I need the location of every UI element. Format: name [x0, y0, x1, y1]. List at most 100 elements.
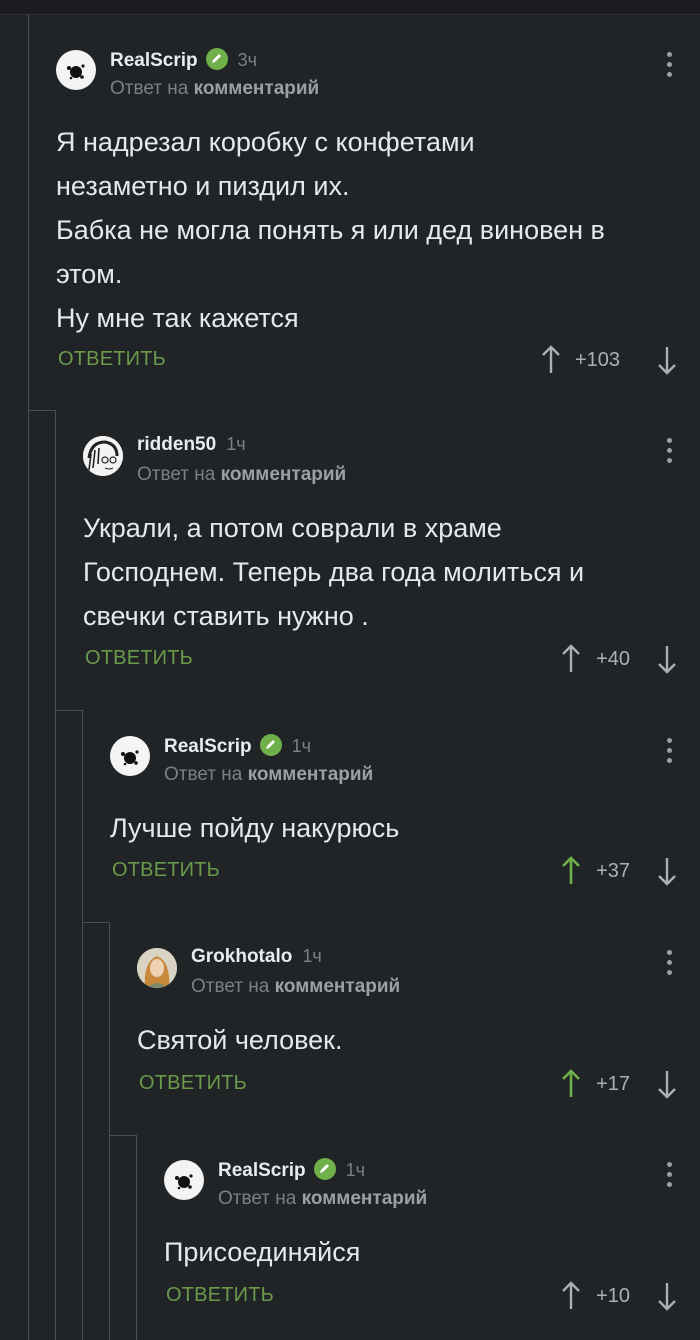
comment-time: 3ч	[237, 50, 258, 70]
downvote-icon[interactable]	[656, 345, 678, 375]
comment: RealScrip 1ч Ответ на комментарий Лучше п…	[110, 734, 700, 896]
reply-target-link[interactable]: комментарий	[248, 764, 374, 785]
vote-controls: +37	[560, 851, 680, 891]
comment-text-line: незаметно и пиздил их.	[56, 171, 350, 201]
comment-text-line: Ну мне так кажется	[56, 303, 299, 333]
comment-text-line: Бабка не могла понять я или дед виновен …	[56, 215, 605, 245]
comment-text-line: свечки ставить нужно .	[83, 601, 369, 631]
comment: RealScrip 1ч Ответ на комментарий Присоед…	[164, 1158, 700, 1320]
comment-text-line: Лучше пойду накурюсь	[110, 813, 400, 843]
thread-line[interactable]	[28, 14, 29, 1340]
author-name[interactable]: RealScrip 3ч	[110, 48, 257, 72]
comment-text: Я надрезал коробку с конфетами незаметно…	[56, 120, 680, 340]
comment-actions: ОТВЕТИТЬ +37	[110, 851, 680, 891]
author-name[interactable]: ridden50 1ч	[137, 434, 246, 456]
photo-woman-avatar[interactable]	[137, 948, 177, 988]
vote-controls: +103	[540, 340, 680, 380]
reply-target-link[interactable]: комментарий	[194, 78, 320, 99]
ink-blot-avatar[interactable]	[110, 736, 150, 776]
author-name[interactable]: RealScrip 1ч	[164, 734, 311, 758]
ink-blot-avatar[interactable]	[56, 50, 96, 90]
comment-text-line: Святой человек.	[137, 1025, 343, 1055]
comment-actions: ОТВЕТИТЬ +40	[83, 639, 680, 679]
reply-to-label: Ответ на комментарий	[164, 764, 373, 786]
comment-text: Святой человек.	[137, 1018, 680, 1062]
more-options-icon[interactable]	[664, 52, 674, 82]
comment-time: 1ч	[345, 1160, 366, 1180]
thread-line[interactable]	[82, 710, 83, 1340]
more-options-icon[interactable]	[664, 1162, 674, 1192]
reply-button[interactable]: ОТВЕТИТЬ	[58, 348, 166, 371]
thread-connector	[109, 1135, 136, 1136]
reply-target-link[interactable]: комментарий	[275, 976, 401, 997]
reply-button[interactable]: ОТВЕТИТЬ	[112, 859, 220, 882]
downvote-icon[interactable]	[656, 644, 678, 674]
thread-connector	[55, 710, 82, 711]
thread-connector	[82, 922, 109, 923]
reply-to-label: Ответ на комментарий	[137, 464, 346, 486]
reply-button[interactable]: ОТВЕТИТЬ	[85, 647, 193, 670]
reply-button[interactable]: ОТВЕТИТЬ	[166, 1284, 274, 1307]
comment-text: Украли, а потом соврали в храме Господне…	[83, 506, 680, 638]
comment-actions: ОТВЕТИТЬ +17	[137, 1064, 680, 1104]
vote-controls: +17	[560, 1064, 680, 1104]
vote-score: +103	[574, 349, 620, 371]
verified-icon	[205, 48, 228, 70]
reply-to-label: Ответ на комментарий	[191, 976, 400, 998]
ink-blot-avatar[interactable]	[164, 1160, 204, 1200]
thread-line[interactable]	[55, 410, 56, 1340]
comment-actions: ОТВЕТИТЬ +10	[164, 1276, 680, 1316]
downvote-icon[interactable]	[656, 1069, 678, 1099]
author-name-text[interactable]: ridden50	[137, 434, 216, 455]
thread-line[interactable]	[136, 1135, 137, 1340]
comment: ridden50 1ч Ответ на комментарий Украли, …	[83, 434, 700, 686]
comment-time: 1ч	[226, 434, 246, 454]
comment-text-line: Украли, а потом соврали в храме	[83, 513, 502, 543]
reply-target-link[interactable]: комментарий	[221, 464, 347, 485]
reply-to-label: Ответ на комментарий	[218, 1188, 427, 1210]
reply-prefix: Ответ на	[191, 976, 270, 997]
author-name[interactable]: Grokhotalo 1ч	[191, 946, 322, 968]
thread-line[interactable]	[109, 922, 110, 1340]
reply-prefix: Ответ на	[137, 464, 216, 485]
author-name-text[interactable]: RealScrip	[164, 736, 252, 757]
more-options-icon[interactable]	[664, 438, 674, 468]
comment-actions: ОТВЕТИТЬ +103	[56, 340, 680, 380]
vote-controls: +10	[560, 1276, 680, 1316]
comment-text-line: Я надрезал коробку с конфетами	[56, 127, 475, 157]
sketch-face-avatar[interactable]	[83, 436, 123, 476]
thread-connector	[28, 410, 55, 411]
verified-icon	[259, 734, 282, 756]
vote-score: +40	[596, 648, 630, 670]
vote-score: +10	[596, 1285, 630, 1307]
comment-text: Присоединяйся	[164, 1230, 680, 1274]
upvote-icon[interactable]	[540, 345, 562, 375]
reply-prefix: Ответ на	[218, 1188, 297, 1209]
verified-icon	[313, 1158, 336, 1180]
comment-text-line: Господнем. Теперь два года молиться и	[83, 557, 585, 587]
downvote-icon[interactable]	[656, 1281, 678, 1311]
reply-button[interactable]: ОТВЕТИТЬ	[139, 1072, 247, 1095]
comment-text-line: этом.	[56, 259, 123, 289]
reply-to-label: Ответ на комментарий	[110, 78, 319, 100]
author-name[interactable]: RealScrip 1ч	[218, 1158, 365, 1182]
reply-target-link[interactable]: комментарий	[302, 1188, 428, 1209]
comment: RealScrip 3ч Ответ на комментарий Я надре…	[56, 48, 700, 390]
comment-time: 1ч	[291, 736, 312, 756]
author-name-text[interactable]: RealScrip	[218, 1160, 306, 1181]
more-options-icon[interactable]	[664, 950, 674, 980]
author-name-text[interactable]: RealScrip	[110, 50, 198, 71]
vote-score: +37	[596, 860, 630, 882]
author-name-text[interactable]: Grokhotalo	[191, 946, 292, 967]
comment-text: Лучше пойду накурюсь	[110, 806, 680, 850]
vote-score: +17	[596, 1073, 630, 1095]
downvote-icon[interactable]	[656, 856, 678, 886]
top-bar	[0, 0, 700, 15]
reply-prefix: Ответ на	[110, 78, 189, 99]
comment: Grokhotalo 1ч Ответ на комментарий Святой…	[137, 946, 700, 1108]
comment-time: 1ч	[302, 946, 322, 966]
vote-controls: +40	[560, 639, 680, 679]
comment-text-line: Присоединяйся	[164, 1237, 361, 1267]
more-options-icon[interactable]	[664, 738, 674, 768]
reply-prefix: Ответ на	[164, 764, 243, 785]
